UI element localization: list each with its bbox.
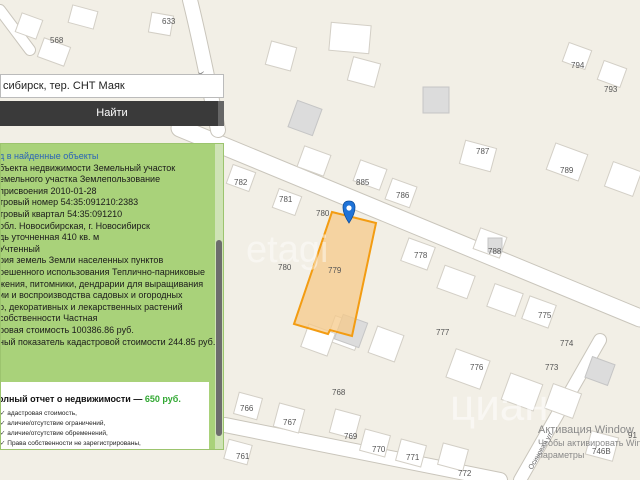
- house-number: 633: [162, 17, 176, 26]
- info-line: собственности Частная: [0, 313, 98, 324]
- house-number: 766: [240, 404, 254, 413]
- info-line: Учтенный: [0, 243, 40, 254]
- house-number: 771: [406, 453, 420, 462]
- info-line: дь уточненная 410 кв. м: [0, 232, 100, 243]
- full-report-offer[interactable]: олный отчет о недвижимости — 650 руб. ад…: [1, 382, 209, 449]
- info-line: р, декоративных и лекарственных растений: [0, 301, 183, 312]
- panel-scrollbar[interactable]: [215, 144, 223, 449]
- house-number: 761: [236, 452, 250, 461]
- house-number: 778: [414, 251, 428, 260]
- windows-activation-title: Активация Window: [538, 424, 634, 436]
- info-line: бъекта недвижимости Земельный участок: [0, 162, 176, 173]
- info-line: ровая стоимость 100386.86 руб.: [0, 324, 134, 335]
- address-search-input[interactable]: [3, 80, 223, 92]
- house-number: 788: [488, 247, 502, 256]
- add-to-found-link[interactable]: д в найденные объекты: [1, 151, 215, 163]
- house-number: 787: [476, 147, 490, 156]
- info-line: жения, питомники, дендрарии для выращива…: [0, 278, 204, 289]
- info-line: решенного использования Теплично-парнико…: [0, 266, 206, 277]
- info-line: обл. Новосибирская, г. Новосибирск: [0, 220, 150, 231]
- windows-activation-text2: параметры: [538, 450, 585, 460]
- house-number: 772: [458, 469, 472, 478]
- house-number: 568: [50, 36, 64, 45]
- offer-item: адастровая стоимость,: [1, 409, 209, 419]
- find-button[interactable]: Найти: [0, 101, 224, 126]
- house-number: 746В: [592, 447, 611, 456]
- panel-scrollbar-thumb[interactable]: [216, 240, 222, 436]
- house-number: 774: [560, 339, 574, 348]
- info-line: емельного участка Землепользование: [0, 174, 161, 185]
- house-number: 794: [571, 61, 585, 70]
- offer-item: аличие/отсутствие ограничений,: [1, 419, 209, 429]
- windows-activation-text: Чтобы активировать Windows: [538, 438, 640, 448]
- info-line: присвоения 2010-01-28: [0, 185, 97, 196]
- offer-title-text: олный отчет о недвижимости —: [1, 394, 143, 404]
- house-number: 776: [470, 363, 484, 372]
- info-line: тровый номер 54:35:091210:2383: [0, 197, 139, 208]
- house-number: 767: [283, 418, 297, 427]
- address-search-box[interactable]: [0, 74, 224, 98]
- info-line: ный показатель кадастровой стоимости 244…: [0, 336, 218, 347]
- house-number: 779: [328, 266, 342, 275]
- house-number: 782: [234, 178, 248, 187]
- house-number: 781: [279, 195, 293, 204]
- house-number: 777: [436, 328, 450, 337]
- house-number: 768: [332, 388, 346, 397]
- house-number: 773: [545, 363, 559, 372]
- cadastral-info-body: д в найденные объекты бъекта недвижимост…: [0, 144, 223, 348]
- house-number: 769: [344, 432, 358, 441]
- house-number: 780: [316, 209, 330, 218]
- info-line: рия земель Земли населенных пунктов: [0, 255, 164, 266]
- house-number: 775: [538, 311, 552, 320]
- cian-watermark: циан: [450, 381, 549, 430]
- offer-item: Права собственности не зарегистрированы,: [1, 439, 209, 449]
- offer-item: аличие/отсутствие обременений,: [1, 429, 209, 439]
- info-line: тровый квартал 54:35:091210: [0, 208, 123, 219]
- house-number: 789: [560, 166, 574, 175]
- offer-title: олный отчет о недвижимости — 650 руб.: [1, 394, 209, 404]
- cadastral-info-panel[interactable]: д в найденные объекты бъекта недвижимост…: [0, 143, 224, 450]
- offer-price: 650 руб.: [144, 394, 181, 404]
- house-number: 786: [396, 191, 410, 200]
- house-number: 780: [278, 263, 292, 272]
- house-number: 793: [604, 85, 618, 94]
- house-number: 885: [356, 178, 370, 187]
- grey-building: [422, 86, 450, 114]
- house-number: 770: [372, 445, 386, 454]
- info-line: ии и воспроизводства садовых и огородных: [0, 290, 183, 301]
